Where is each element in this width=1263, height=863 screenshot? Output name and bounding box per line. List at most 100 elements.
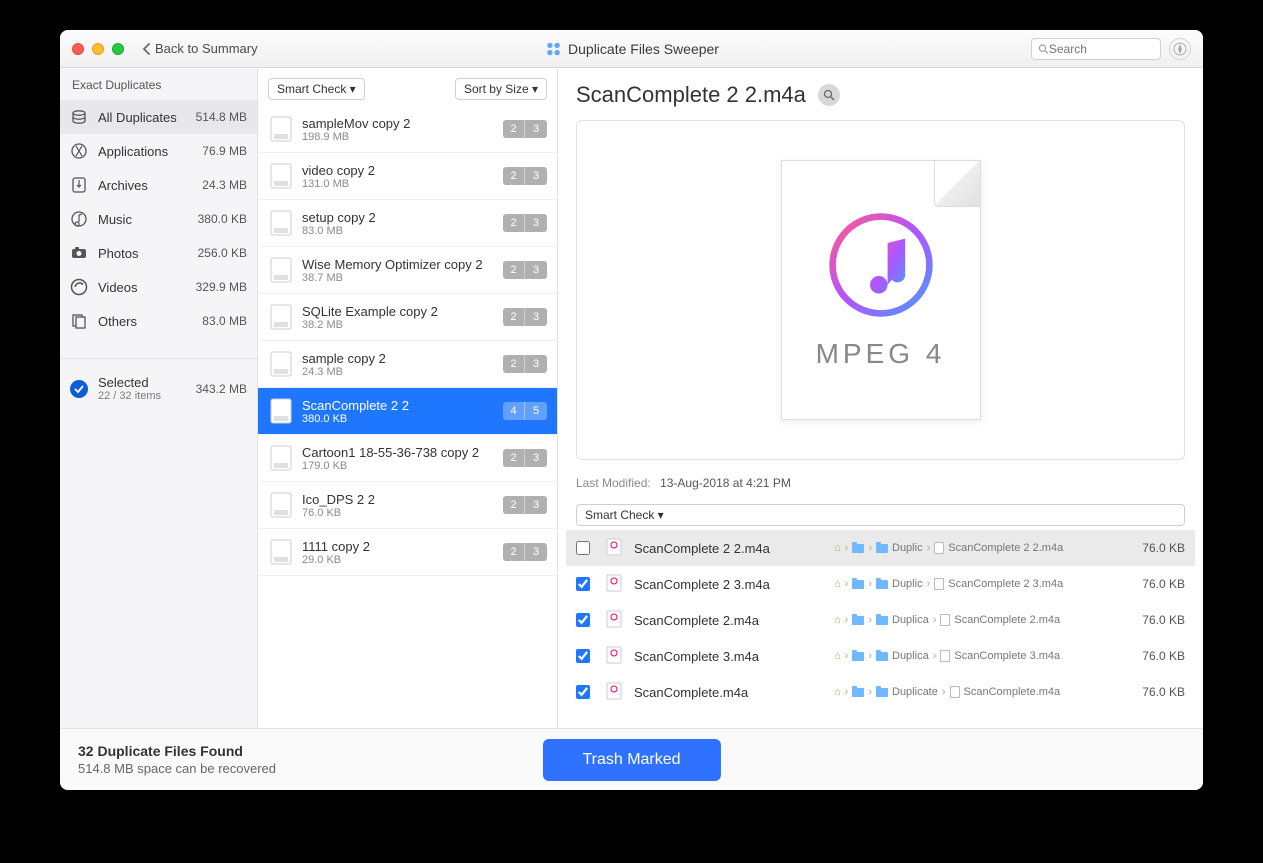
file-item[interactable]: Wise Memory Optimizer copy 238.7 MB 23 <box>258 247 557 294</box>
app-icon <box>544 40 562 58</box>
duplicate-row[interactable]: ScanComplete 3.m4a ⌂› › Duplica› ScanCom… <box>566 638 1195 674</box>
compass-button[interactable] <box>1169 38 1191 60</box>
dup-count-badge: 23 <box>503 355 547 373</box>
duplicate-row[interactable]: ScanComplete.m4a ⌂› › Duplicate› ScanCom… <box>566 674 1195 710</box>
file-size: 380.0 KB <box>302 413 503 425</box>
home-icon: ⌂ <box>834 614 841 626</box>
dup-filename: ScanComplete 2 2.m4a <box>634 541 834 556</box>
sidebar-category-others[interactable]: Others83.0 MB <box>60 304 257 338</box>
close-window-button[interactable] <box>72 43 84 55</box>
file-icon <box>268 443 294 473</box>
file-icon <box>606 682 624 702</box>
file-name: setup copy 2 <box>302 210 503 225</box>
dup-filename: ScanComplete 3.m4a <box>634 649 834 664</box>
file-size: 76.0 KB <box>302 507 503 519</box>
sidebar-category-photos[interactable]: Photos256.0 KB <box>60 236 257 270</box>
dup-count-badge: 23 <box>503 261 547 279</box>
file-item[interactable]: SQLite Example copy 238.2 MB 23 <box>258 294 557 341</box>
file-item[interactable]: 1111 copy 229.0 KB 23 <box>258 529 557 576</box>
dup-size: 76.0 KB <box>1125 541 1185 555</box>
file-item[interactable]: ScanComplete 2 2380.0 KB 45 <box>258 388 557 435</box>
file-size: 179.0 KB <box>302 460 503 472</box>
file-name: ScanComplete 2 2 <box>302 398 503 413</box>
home-icon: ⌂ <box>834 650 841 662</box>
file-size: 38.7 MB <box>302 272 503 284</box>
file-name: 1111 copy 2 <box>302 539 503 554</box>
file-preview-icon: MPEG 4 <box>781 160 981 420</box>
search-box[interactable] <box>1031 38 1161 60</box>
file-size: 24.3 MB <box>302 366 503 378</box>
dup-size: 76.0 KB <box>1125 649 1185 663</box>
dup-checkbox[interactable] <box>576 541 590 555</box>
search-input[interactable] <box>1049 42 1154 56</box>
category-name: Music <box>98 212 198 227</box>
dup-checkbox[interactable] <box>576 577 590 591</box>
window-controls <box>72 43 124 55</box>
detail-smart-check-dropdown[interactable]: Smart Check ▾ <box>576 504 1185 526</box>
file-item[interactable]: sample copy 224.3 MB 23 <box>258 341 557 388</box>
folder-icon <box>876 544 888 553</box>
file-icon <box>606 574 624 594</box>
dup-path: ⌂› › Duplica› ScanComplete 2.m4a <box>834 614 1125 626</box>
file-size: 198.9 MB <box>302 131 503 143</box>
sidebar-category-all-duplicates[interactable]: All Duplicates514.8 MB <box>60 100 257 134</box>
sidebar-category-videos[interactable]: Videos329.9 MB <box>60 270 257 304</box>
smart-check-dropdown[interactable]: Smart Check ▾ <box>268 78 365 100</box>
minimize-window-button[interactable] <box>92 43 104 55</box>
dup-size: 76.0 KB <box>1125 577 1185 591</box>
duplicate-row[interactable]: ScanComplete 2.m4a ⌂› › Duplica› ScanCom… <box>566 602 1195 638</box>
file-icon <box>268 396 294 426</box>
dup-checkbox[interactable] <box>576 649 590 663</box>
file-list-pane: Smart Check ▾ Sort by Size ▾ sampleMov c… <box>258 68 558 728</box>
back-button[interactable]: Back to Summary <box>142 41 258 56</box>
category-icon <box>70 278 88 296</box>
meta-value: 13-Aug-2018 at 4:21 PM <box>660 476 791 490</box>
sort-dropdown[interactable]: Sort by Size ▾ <box>455 78 547 100</box>
sidebar-category-archives[interactable]: Archives24.3 MB <box>60 168 257 202</box>
dup-path: ⌂› › Duplica› ScanComplete 3.m4a <box>834 650 1125 662</box>
category-size: 329.9 MB <box>196 280 247 294</box>
dup-count-badge: 23 <box>503 120 547 138</box>
sidebar-selected-row[interactable]: Selected 22 / 32 items 343.2 MB <box>60 369 257 408</box>
titlebar: Back to Summary Duplicate Files Sweeper <box>60 30 1203 68</box>
category-name: Archives <box>98 178 202 193</box>
file-size: 131.0 MB <box>302 178 503 190</box>
dup-path: ⌂› › Duplic› ScanComplete 2 2.m4a <box>834 542 1125 554</box>
file-item[interactable]: Ico_DPS 2 276.0 KB 23 <box>258 482 557 529</box>
magnifier-icon <box>823 89 835 101</box>
file-icon <box>268 349 294 379</box>
sidebar-category-applications[interactable]: Applications76.9 MB <box>60 134 257 168</box>
category-size: 380.0 KB <box>198 212 247 226</box>
sidebar: Exact Duplicates All Duplicates514.8 MBA… <box>60 68 258 728</box>
dup-checkbox[interactable] <box>576 685 590 699</box>
dup-count-badge: 23 <box>503 543 547 561</box>
file-icon <box>268 490 294 520</box>
dup-checkbox[interactable] <box>576 613 590 627</box>
category-name: Videos <box>98 280 196 295</box>
trash-marked-button[interactable]: Trash Marked <box>542 739 720 781</box>
file-item[interactable]: Cartoon1 18-55-36-738 copy 2179.0 KB 23 <box>258 435 557 482</box>
file-icon <box>268 114 294 144</box>
file-item[interactable]: video copy 2131.0 MB 23 <box>258 153 557 200</box>
category-icon <box>70 312 88 330</box>
folder-icon <box>852 652 864 661</box>
footer-recoverable: 514.8 MB space can be recovered <box>78 761 276 776</box>
duplicate-row[interactable]: ScanComplete 2 2.m4a ⌂› › Duplic› ScanCo… <box>566 530 1195 566</box>
fullscreen-window-button[interactable] <box>112 43 124 55</box>
category-size: 24.3 MB <box>202 178 247 192</box>
dup-path: ⌂› › Duplic› ScanComplete 2 3.m4a <box>834 578 1125 590</box>
file-name: sample copy 2 <box>302 351 503 366</box>
file-item[interactable]: setup copy 283.0 MB 23 <box>258 200 557 247</box>
category-size: 256.0 KB <box>198 246 247 260</box>
sidebar-category-music[interactable]: Music380.0 KB <box>60 202 257 236</box>
dup-filename: ScanComplete 2.m4a <box>634 613 834 628</box>
duplicate-row[interactable]: ScanComplete 2 3.m4a ⌂› › Duplic› ScanCo… <box>566 566 1195 602</box>
file-item[interactable]: sampleMov copy 2198.9 MB 23 <box>258 106 557 153</box>
file-icon <box>268 537 294 567</box>
reveal-in-finder-button[interactable] <box>818 84 840 106</box>
category-name: Others <box>98 314 202 329</box>
folder-icon <box>876 688 888 697</box>
file-size: 38.2 MB <box>302 319 503 331</box>
search-icon <box>1038 43 1049 55</box>
folder-icon <box>876 580 888 589</box>
